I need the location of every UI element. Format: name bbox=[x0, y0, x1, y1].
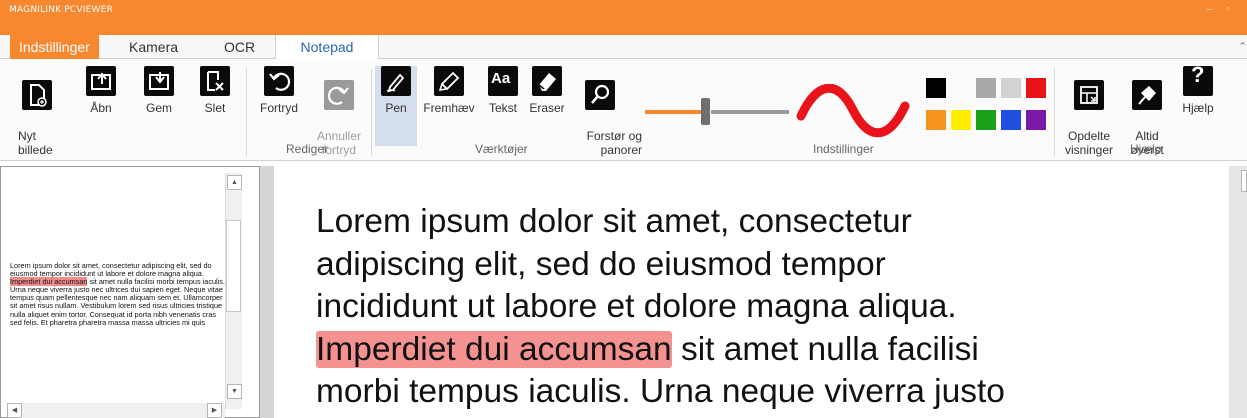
title-bar: MAGNILINK PCVIEWER – ▫ bbox=[0, 0, 1247, 35]
eraser-button[interactable]: Eraser bbox=[527, 66, 567, 115]
split-views-label: Opdelte visninger bbox=[1064, 129, 1114, 157]
thumbnail-text: Lorem ipsum dolor sit amet, consectetur … bbox=[10, 261, 225, 327]
tab-indstillinger[interactable]: Indstillinger bbox=[10, 35, 99, 59]
color-swatch-yellow[interactable] bbox=[951, 110, 971, 130]
open-button[interactable]: Åbn bbox=[81, 66, 121, 115]
document-line: Imperdiet dui accumsan sit amet nulla fa… bbox=[316, 330, 979, 368]
help-icon: ? bbox=[1183, 64, 1213, 96]
ribbon-separator bbox=[1054, 68, 1055, 156]
save-button[interactable]: Gem bbox=[139, 66, 179, 115]
eraser-label: Eraser bbox=[529, 101, 565, 115]
text-label: Tekst bbox=[488, 101, 517, 115]
color-swatch-blue[interactable] bbox=[1001, 110, 1021, 130]
scroll-up-icon[interactable]: ▲ bbox=[227, 175, 242, 190]
help-group-label: Hjælp bbox=[1130, 142, 1162, 156]
scroll-down-icon[interactable]: ▼ bbox=[227, 384, 242, 399]
open-icon bbox=[86, 66, 116, 96]
save-label: Gem bbox=[145, 101, 172, 115]
text-icon: Aa bbox=[488, 66, 518, 96]
color-swatch-purple[interactable] bbox=[1026, 110, 1046, 130]
help-button[interactable]: ? Hjælp bbox=[1176, 64, 1220, 116]
color-swatch-light-gray[interactable] bbox=[1001, 78, 1021, 98]
tools-group-label: Værktøjer bbox=[475, 142, 528, 156]
document-line: morbi tempus iaculis. Urna neque viverra… bbox=[316, 373, 1005, 410]
tab-notepad[interactable]: Notepad bbox=[275, 35, 379, 60]
scroll-left-icon[interactable]: ◀ bbox=[7, 403, 22, 418]
undo-button[interactable]: Fortryd bbox=[257, 66, 301, 115]
pen-icon bbox=[381, 66, 411, 96]
ribbon-separator bbox=[371, 68, 372, 156]
minimize-icon[interactable]: – bbox=[1207, 4, 1213, 15]
highlight-label: Fremhæv bbox=[423, 101, 475, 115]
document-vertical-scrollbar[interactable] bbox=[1229, 166, 1247, 418]
pen-thickness-slider[interactable] bbox=[645, 95, 790, 129]
document-highlight: Imperdiet dui accumsan bbox=[316, 330, 672, 368]
magnifier-icon bbox=[585, 80, 615, 110]
delete-label: Slet bbox=[204, 101, 226, 115]
help-label: Hjælp bbox=[1182, 101, 1214, 115]
split-views-button[interactable]: Opdelte visninger bbox=[1060, 66, 1118, 157]
split-view-icon bbox=[1074, 80, 1104, 110]
color-swatch-green[interactable] bbox=[976, 110, 996, 130]
text-button[interactable]: Aa Tekst bbox=[481, 66, 525, 115]
collapse-ribbon-icon[interactable]: ⌃ bbox=[1238, 40, 1247, 53]
document-line: Lorem ipsum dolor sit amet, consectetur bbox=[316, 203, 912, 240]
document-text: Lorem ipsum dolor sit amet, consectetur … bbox=[316, 201, 1216, 414]
delete-button[interactable]: Slet bbox=[195, 66, 235, 115]
tab-ocr[interactable]: OCR bbox=[224, 35, 255, 59]
color-swatch-gray[interactable] bbox=[976, 78, 996, 98]
app-title: MAGNILINK PCVIEWER bbox=[9, 5, 113, 15]
new-document-icon bbox=[22, 80, 52, 110]
undo-icon bbox=[264, 66, 294, 96]
scroll-right-icon[interactable]: ▶ bbox=[207, 403, 222, 418]
scroll-thumb[interactable] bbox=[1241, 170, 1247, 192]
eraser-icon bbox=[532, 66, 562, 96]
maximize-icon[interactable]: ▫ bbox=[1226, 4, 1230, 15]
zoom-pan-button[interactable]: Forstør og panorer bbox=[570, 66, 642, 157]
zoom-pan-label: Forstør og panorer bbox=[586, 129, 642, 157]
undo-label: Fortryd bbox=[259, 101, 298, 115]
thumbnail-horizontal-scrollbar[interactable] bbox=[7, 403, 225, 418]
color-swatch-orange[interactable] bbox=[926, 110, 946, 130]
document-line: adipiscing elit, sed do eiusmod tempor bbox=[316, 245, 886, 283]
redo-icon bbox=[324, 80, 354, 110]
highlighter-icon bbox=[434, 66, 464, 96]
pen-stroke-preview bbox=[796, 84, 910, 138]
new-image-button[interactable]: Nyt billede bbox=[18, 66, 58, 157]
pen-button[interactable]: Pen bbox=[377, 66, 415, 115]
ribbon-separator bbox=[246, 68, 247, 156]
pin-icon bbox=[1132, 80, 1162, 110]
color-swatch-red[interactable] bbox=[1026, 78, 1046, 98]
open-label: Åbn bbox=[90, 101, 112, 115]
pane-splitter[interactable] bbox=[260, 166, 274, 418]
delete-icon bbox=[200, 66, 230, 96]
thumbnail-scroll-thumb[interactable] bbox=[226, 220, 241, 312]
tab-bar bbox=[0, 35, 1247, 59]
highlight-button[interactable]: Fremhæv bbox=[422, 66, 476, 115]
settings-group-label: Indstillinger bbox=[813, 142, 874, 156]
tab-kamera[interactable]: Kamera bbox=[129, 35, 178, 59]
document-line: incididunt ut labore et dolore magna ali… bbox=[316, 288, 957, 325]
new-image-label: Nyt billede bbox=[18, 129, 53, 157]
edit-group-label: Rediger bbox=[286, 142, 329, 156]
pen-label: Pen bbox=[385, 101, 407, 115]
save-icon bbox=[144, 66, 174, 96]
color-swatch-black[interactable] bbox=[926, 78, 946, 98]
